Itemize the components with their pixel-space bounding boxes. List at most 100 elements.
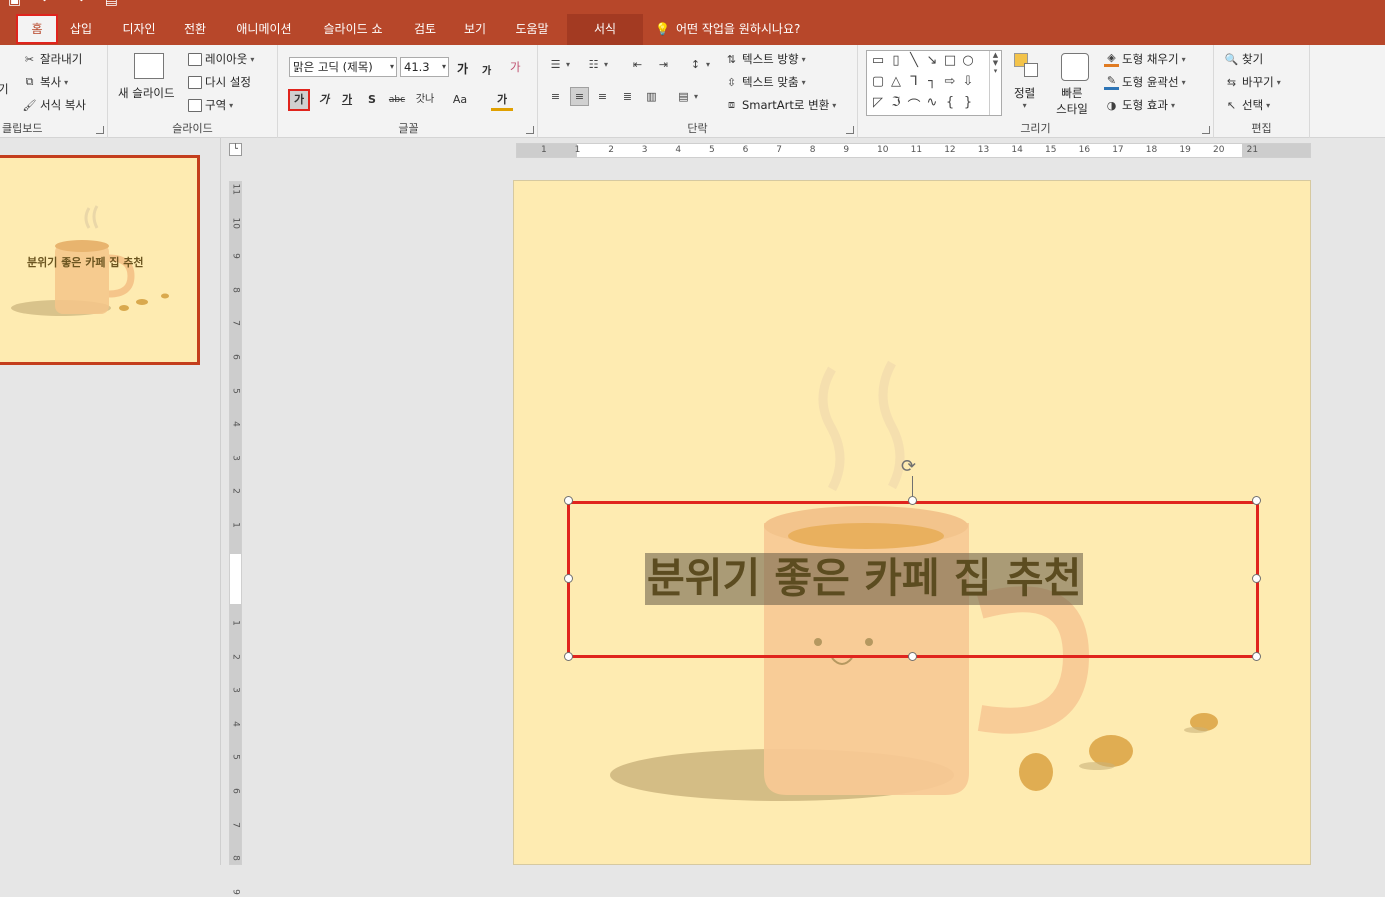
find-button[interactable]: 🔍 찾기 xyxy=(1224,51,1264,67)
slide-thumbnail[interactable]: 분위기 좋은 카페 집 추천 xyxy=(0,155,200,365)
save-icon[interactable]: ▣ xyxy=(8,0,21,8)
section-button[interactable]: 구역 ▾ xyxy=(188,97,233,113)
tab-home[interactable]: 홈 xyxy=(16,14,58,44)
clear-formatting-button[interactable]: 가 xyxy=(510,59,521,75)
cut-button[interactable]: ✂ 잘라내기 xyxy=(22,51,82,67)
shapes-gallery[interactable]: ▭ ▯ ╲ ↘ □ ○ ▢ △ ⅂ ┐ ⇨ ⇩ ◸ ℑ ⌒ ∿{} ▲ ▼ ▾ xyxy=(866,50,1002,116)
justify-icon: ≣ xyxy=(622,90,633,103)
elbow-connector-shape-icon[interactable]: ┐ xyxy=(923,74,941,95)
shape-outline-button[interactable]: ✎ 도형 윤곽선 ▾ xyxy=(1104,74,1186,90)
vertical-ruler[interactable]: 11 10 9 8 7 6 5 4 3 2 1 1 2 3 4 5 6 7 8 9 xyxy=(229,181,242,895)
font-color-button[interactable]: 가 xyxy=(491,89,513,111)
line-spacing-button[interactable]: ↕ ▾ xyxy=(688,57,710,72)
tab-review[interactable]: 검토 xyxy=(404,14,446,45)
dialog-launcher-icon[interactable] xyxy=(96,126,104,134)
rotate-handle-icon[interactable]: ⟳ xyxy=(901,456,916,477)
reset-button[interactable]: 다시 설정 xyxy=(188,74,251,90)
freeform-shape-icon[interactable]: ℑ xyxy=(887,95,905,116)
smartart-button[interactable]: ⧈ SmartArt로 변환 ▾ xyxy=(724,97,836,113)
shape-fill-button[interactable]: ◈ 도형 채우기 ▾ xyxy=(1104,51,1186,67)
quick-styles-icon[interactable] xyxy=(1061,53,1089,81)
arrow-line-shape-icon[interactable]: ↘ xyxy=(923,53,941,74)
triangle-shape-icon[interactable]: △ xyxy=(887,74,905,95)
line-shape-icon[interactable]: ╲ xyxy=(905,53,923,74)
vertical-text-box-icon[interactable]: ▯ xyxy=(887,53,905,74)
numbering-button[interactable]: ☷ ▾ xyxy=(586,57,608,72)
arrange-icon[interactable] xyxy=(1014,53,1040,79)
brace-left-shape-icon[interactable]: { xyxy=(941,95,959,116)
resize-handle[interactable] xyxy=(564,496,573,505)
arc-shape-icon[interactable]: ⌒ xyxy=(905,95,923,116)
tab-format[interactable]: 서식 xyxy=(567,14,643,45)
bold-button[interactable]: 가 xyxy=(288,89,310,111)
curve-shape-icon[interactable]: ∿ xyxy=(923,95,941,116)
distributed-button[interactable]: ▥ xyxy=(644,89,659,104)
tab-selector[interactable]: └ xyxy=(229,143,242,156)
font-name-combo[interactable]: 맑은 고딕 (제목) ▾ xyxy=(289,57,397,77)
new-slide-icon[interactable] xyxy=(134,53,164,79)
layout-button[interactable]: 레이아웃 ▾ xyxy=(188,51,254,67)
grow-font-button[interactable]: 가 xyxy=(457,60,468,77)
slide-title[interactable]: 분위기 좋은 카페 집 추천 xyxy=(645,553,1084,605)
select-button[interactable]: ↖ 선택 ▾ xyxy=(1224,97,1270,113)
resize-handle[interactable] xyxy=(564,652,573,661)
text-direction-button[interactable]: ⇅ 텍스트 방향 ▾ xyxy=(724,51,806,67)
resize-handle[interactable] xyxy=(908,652,917,661)
brace-right-shape-icon[interactable]: } xyxy=(959,95,977,116)
callout-shape-icon[interactable]: ◸ xyxy=(869,95,887,116)
tab-transitions[interactable]: 전환 xyxy=(174,14,216,45)
tab-design[interactable]: 디자인 xyxy=(112,14,166,45)
italic-button[interactable]: 가 xyxy=(313,89,335,111)
strikethrough-button[interactable]: abc xyxy=(386,89,408,111)
change-case-button[interactable]: Aa xyxy=(446,89,474,111)
connector-shape-icon[interactable]: ⅂ xyxy=(905,74,923,95)
align-text-button[interactable]: ⇳ 텍스트 맞춤 ▾ xyxy=(724,74,806,90)
replace-button[interactable]: ⇆ 바꾸기 ▾ xyxy=(1224,74,1281,90)
align-left-button[interactable]: ≡ xyxy=(548,89,563,104)
character-spacing-button[interactable]: 갓나 xyxy=(410,89,440,111)
paste-label[interactable]: 기 xyxy=(0,81,9,97)
shape-effects-button[interactable]: ◑ 도형 효과 ▾ xyxy=(1104,97,1175,113)
tab-insert[interactable]: 삽입 xyxy=(60,14,102,45)
shadow-button[interactable]: S xyxy=(361,89,383,111)
resize-handle[interactable] xyxy=(1252,496,1261,505)
bullets-button[interactable]: ☰ ▾ xyxy=(548,57,570,72)
justify-button[interactable]: ≣ xyxy=(620,89,635,104)
copy-button[interactable]: ⧉ 복사 ▾ xyxy=(22,74,69,90)
font-size-combo[interactable]: 41.3 ▾ xyxy=(400,57,449,77)
tell-me-box[interactable]: 💡 어떤 작업을 원하시나요? xyxy=(655,14,800,45)
new-slide-button[interactable]: 새 슬라이드 xyxy=(118,85,175,101)
align-center-button[interactable]: ≡ xyxy=(570,87,589,106)
dialog-launcher-icon[interactable] xyxy=(526,126,534,134)
tab-slideshow[interactable]: 슬라이드 쇼 xyxy=(310,14,396,45)
tab-animations[interactable]: 애니메이션 xyxy=(226,14,302,45)
format-painter-button[interactable]: 🖌 서식 복사 xyxy=(22,97,86,113)
quick-styles-button[interactable]: 빠른 스타일 xyxy=(1050,85,1094,117)
undo-icon[interactable]: ↶ xyxy=(41,0,53,8)
redo-icon[interactable]: ↷ xyxy=(73,0,85,8)
quick-access-icon[interactable]: ▤ xyxy=(105,0,118,8)
dialog-launcher-icon[interactable] xyxy=(846,126,854,134)
tab-help[interactable]: 도움말 xyxy=(504,14,560,45)
decrease-indent-button[interactable]: ⇤ xyxy=(630,57,645,72)
down-arrow-shape-icon[interactable]: ⇩ xyxy=(959,74,977,95)
rounded-rect-shape-icon[interactable]: ▢ xyxy=(869,74,887,95)
gallery-scroll[interactable]: ▲ ▼ ▾ xyxy=(989,51,1001,115)
right-arrow-shape-icon[interactable]: ⇨ xyxy=(941,74,959,95)
arrange-button[interactable]: 정렬 ▾ xyxy=(1014,85,1035,110)
dialog-launcher-icon[interactable] xyxy=(1202,126,1210,134)
oval-shape-icon[interactable]: ○ xyxy=(959,53,977,74)
resize-handle[interactable] xyxy=(908,496,917,505)
increase-indent-button[interactable]: ⇥ xyxy=(656,57,671,72)
columns-button[interactable]: ▤ ▾ xyxy=(676,89,698,104)
horizontal-ruler[interactable]: 1 1 2 3 4 5 6 7 8 9 10 11 12 13 14 15 16 17 18 19 20 21 xyxy=(516,143,1311,158)
rectangle-shape-icon[interactable]: □ xyxy=(941,53,959,74)
resize-handle[interactable] xyxy=(1252,574,1261,583)
text-box-icon[interactable]: ▭ xyxy=(869,53,887,74)
tab-view[interactable]: 보기 xyxy=(454,14,496,45)
resize-handle[interactable] xyxy=(1252,652,1261,661)
resize-handle[interactable] xyxy=(564,574,573,583)
align-right-button[interactable]: ≡ xyxy=(595,89,610,104)
shrink-font-button[interactable]: 가 xyxy=(482,62,491,77)
underline-button[interactable]: 가 xyxy=(336,89,358,111)
